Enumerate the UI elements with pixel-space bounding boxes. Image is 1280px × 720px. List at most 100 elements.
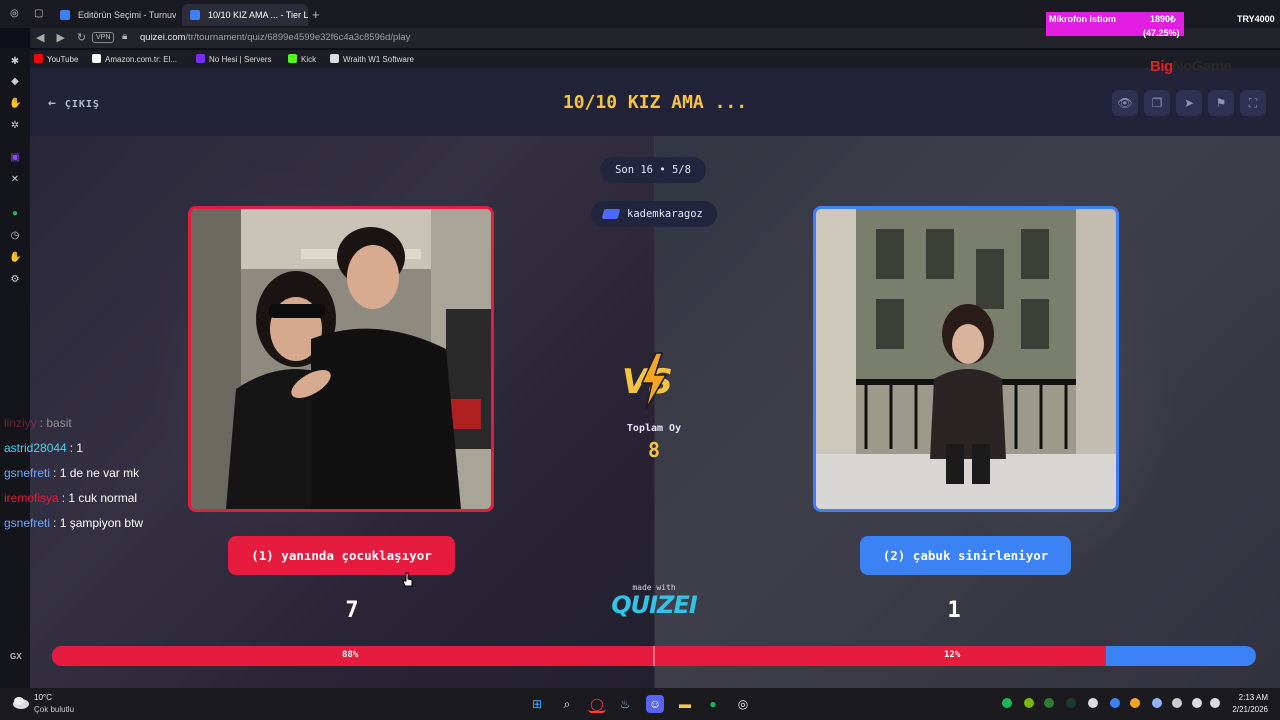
opera-menu-icon[interactable]: ◎ xyxy=(10,8,19,19)
stream-chat: linziyy: basit astrid28044: 1 gsnefreti: 1… xyxy=(4,414,204,539)
bookmark-nohesi[interactable]: No Hesi | Servers xyxy=(196,54,272,64)
total-votes-label: Toplam Oy xyxy=(626,423,682,434)
vote-progress-bar: 88% 12% xyxy=(52,646,1256,666)
bookmark-youtube[interactable]: YouTube xyxy=(34,54,78,64)
mic-icon[interactable] xyxy=(1172,698,1182,708)
fullscreen-button[interactable]: ⛶ xyxy=(1240,90,1266,116)
chat-message: iremofisya: 1 cuk normal xyxy=(4,489,204,514)
extension-icon[interactable]: ✲ xyxy=(9,120,21,132)
option-1-votes: 7 xyxy=(345,598,359,623)
cloud-sync-icon[interactable] xyxy=(1130,698,1140,708)
chat-username[interactable]: linziyy xyxy=(4,416,37,430)
hand-cursor-icon xyxy=(402,572,413,587)
clock-date[interactable]: 2/21/2026 xyxy=(1220,705,1268,714)
option-2-button[interactable]: (2) çabuk sinirleniyor xyxy=(860,536,1071,575)
copy-button[interactable]: ❐ xyxy=(1144,90,1170,116)
tab-quiz-active[interactable]: 10/10 KIZ AMA ... - Tier Li xyxy=(182,4,308,26)
option-1-button[interactable]: (1) yanında çocuklaşıyor xyxy=(228,536,455,575)
chat-username[interactable]: gsnefreti xyxy=(4,516,50,530)
creator-badge[interactable]: kademkaragoz xyxy=(591,201,717,227)
browser-sidebar: ✱ ◆ ✋ ✲ ▣ ✕ ● ◷ ✋ ⚙ xyxy=(0,48,30,688)
bookmark-wraith[interactable]: Wraith W1 Software xyxy=(330,54,414,64)
bookmark-label: Wraith W1 Software xyxy=(343,55,414,64)
tab-list-icon[interactable]: ▢ xyxy=(34,8,43,19)
tray-app-icon[interactable] xyxy=(1088,698,1098,708)
share-button[interactable]: ➤ xyxy=(1176,90,1202,116)
chat-message: astrid28044: 1 xyxy=(4,439,204,464)
page-title: 10/10 KIZ AMA ... xyxy=(562,92,748,113)
bluetooth-icon[interactable] xyxy=(1110,698,1120,708)
history-icon[interactable]: ◷ xyxy=(9,230,21,242)
chat-text: : 1 şampiyon btw xyxy=(53,516,144,530)
spotify-icon[interactable]: ● xyxy=(704,695,722,713)
chat-message: gsnefreti: 1 şampiyon btw xyxy=(4,514,204,539)
chat-username[interactable]: gsnefreti xyxy=(4,466,50,480)
tray-nvidia-icon[interactable] xyxy=(1024,698,1034,708)
report-button[interactable]: ⚑ xyxy=(1208,90,1234,116)
chat-text: : 1 xyxy=(69,441,84,455)
lock-icon[interactable]: 🔒︎ xyxy=(122,31,127,42)
gx-label[interactable]: GX xyxy=(10,652,22,661)
option-2-photo xyxy=(816,209,1116,509)
file-explorer-icon[interactable]: ▬ xyxy=(676,695,694,713)
quizei-favicon-icon xyxy=(60,10,70,20)
tray-app-icon[interactable] xyxy=(1044,698,1054,708)
logo-rest: NoGame xyxy=(1172,58,1232,75)
bookmark-label: Kick xyxy=(301,55,317,64)
copy-icon: ❐ xyxy=(1151,96,1163,110)
hand-icon[interactable]: ✋ xyxy=(9,98,21,110)
logo-prefix: Big xyxy=(1150,58,1173,75)
twitch-icon[interactable]: ▣ xyxy=(9,152,21,164)
spotify-icon[interactable]: ● xyxy=(9,208,21,220)
nohesi-icon xyxy=(196,54,205,63)
flow-icon[interactable]: ✱ xyxy=(9,56,21,68)
settings-icon[interactable]: ⚙ xyxy=(9,274,21,286)
bookmark-amazon[interactable]: Amazon.com.tr: El... xyxy=(92,54,177,64)
quiz-header: ← ÇIKIŞ 10/10 KIZ AMA ... 👁︎ ❐ ➤ ⚑ ⛶ xyxy=(30,68,1280,136)
donation-goal-target: TRY4000 xyxy=(1237,14,1275,24)
start-icon[interactable]: ⊞ xyxy=(528,695,546,713)
x-icon[interactable]: ✕ xyxy=(9,174,21,186)
windows-taskbar: 10°C Çok bulutlu ⊞ ⌕ ◯ ♨ ☺ ▬ ● ◎ 2:13 AM… xyxy=(0,688,1280,720)
quizei-logo[interactable]: QUIZEI xyxy=(590,591,718,619)
weather-status[interactable]: Çok bulutlu xyxy=(34,705,74,714)
option-2-image[interactable] xyxy=(813,206,1119,512)
opera-gx-icon[interactable]: ◯ xyxy=(588,695,606,713)
tab-editors-choice[interactable]: Editörün Seçimi - Turnuva xyxy=(52,4,176,26)
tray-steam-icon[interactable] xyxy=(1152,698,1162,708)
nav-buttons[interactable]: ◀▶↻ xyxy=(36,31,98,44)
fullscreen-icon: ⛶ xyxy=(1248,96,1258,110)
wifi-icon[interactable] xyxy=(1192,698,1202,708)
volume-icon[interactable] xyxy=(1210,698,1220,708)
url-field[interactable]: quizei.com/tr/tournament/quiz/6899e4599e… xyxy=(140,32,410,43)
option-1-image[interactable] xyxy=(188,206,494,512)
option-2-percent: 12% xyxy=(944,650,961,660)
cloud-icon[interactable] xyxy=(12,695,30,709)
discord-icon[interactable]: ☺ xyxy=(646,695,664,713)
kick-icon xyxy=(288,54,297,63)
eye-button[interactable]: 👁︎ xyxy=(1112,90,1138,116)
aria-icon[interactable]: ◆ xyxy=(9,76,21,88)
tray-app-icon[interactable] xyxy=(1066,698,1076,708)
bookmark-label: No Hesi | Servers xyxy=(209,55,272,64)
chat-text: : 1 cuk normal xyxy=(61,491,138,505)
progress-midline xyxy=(653,646,655,666)
mods-icon[interactable]: ✋ xyxy=(9,252,21,264)
eye-icon: 👁︎ xyxy=(1117,96,1133,110)
vpn-badge[interactable]: VPN xyxy=(92,32,115,43)
amazon-icon xyxy=(92,54,101,63)
app-icon[interactable]: ◎ xyxy=(734,695,752,713)
chat-text: : 1 de ne var mk xyxy=(53,466,140,480)
option-1-percent: 88% xyxy=(342,650,359,660)
tray-spotify-icon[interactable] xyxy=(1002,698,1012,708)
chat-username[interactable]: astrid28044 xyxy=(4,441,67,455)
steam-icon[interactable]: ♨ xyxy=(616,695,634,713)
bookmark-label: Amazon.com.tr: El... xyxy=(105,55,178,64)
bookmark-kick[interactable]: Kick xyxy=(288,54,316,64)
search-icon[interactable]: ⌕ xyxy=(558,695,576,713)
chat-username[interactable]: iremofisya xyxy=(4,491,59,505)
donation-goal-label: Mikrofon istiom xyxy=(1049,14,1116,24)
new-tab-icon[interactable]: + xyxy=(312,7,320,22)
weather-temp[interactable]: 10°C xyxy=(34,693,52,702)
clock-time[interactable]: 2:13 AM xyxy=(1228,693,1268,702)
